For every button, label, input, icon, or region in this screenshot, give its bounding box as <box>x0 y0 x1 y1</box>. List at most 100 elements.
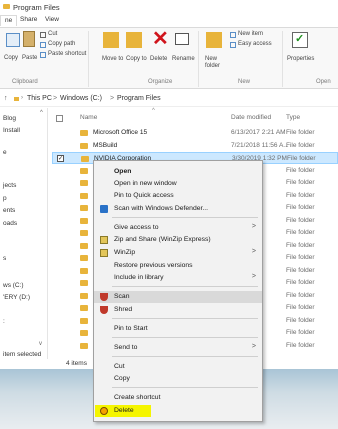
folder-icon <box>80 180 88 186</box>
cut-button[interactable]: Cut <box>48 31 57 37</box>
menu-item-pin-quick-access[interactable]: Pin to Quick access <box>94 190 262 202</box>
menu-item-label: Send to <box>114 344 138 351</box>
tab-view[interactable]: View <box>45 16 59 23</box>
paste-icon[interactable] <box>23 31 35 47</box>
nav-item[interactable]: : <box>3 318 5 325</box>
select-all-checkbox[interactable] <box>56 115 63 122</box>
menu-item-include-library[interactable]: Include in library > <box>94 272 262 284</box>
up-arrow-icon[interactable]: ↑ <box>4 95 8 102</box>
window-title: Program Files <box>13 3 60 12</box>
file-date: 7/21/2018 11:56 A... <box>231 141 289 149</box>
menu-item-pin-start[interactable]: Pin to Start <box>94 323 262 335</box>
menu-item-send-to[interactable]: Send to > <box>94 342 262 354</box>
recycle-shield-icon <box>100 407 108 415</box>
ribbon-delete-button[interactable]: Delete <box>150 56 167 62</box>
column-header-date[interactable]: Date modified <box>231 114 271 121</box>
file-type: File folder <box>286 129 315 136</box>
menu-item-shred[interactable]: Shred <box>94 304 262 316</box>
checkmark-icon: ✓ <box>295 33 305 45</box>
tab-share[interactable]: Share <box>20 16 37 23</box>
ribbon-divider <box>282 31 283 87</box>
copy-to-icon[interactable] <box>126 32 142 48</box>
move-to-button[interactable]: Move to <box>102 56 123 62</box>
folder-icon <box>80 267 88 274</box>
file-type: File folder <box>286 229 315 236</box>
breadcrumb-program-files[interactable]: Program Files <box>117 95 161 102</box>
menu-item-restore-versions[interactable]: Restore previous versions <box>94 260 262 272</box>
delete-x-icon[interactable]: ✕ <box>152 29 169 49</box>
menu-item-scan[interactable]: Scan <box>94 291 262 303</box>
folder-icon <box>80 255 88 261</box>
nav-item[interactable]: ws (C:) <box>3 282 24 289</box>
table-row[interactable]: Microsoft Office 15 6/13/2017 2:21 AM File… <box>52 127 338 139</box>
column-header-type[interactable]: Type <box>286 114 300 121</box>
menu-item-copy[interactable]: Copy <box>94 373 262 385</box>
menu-item-zip-share[interactable]: Zip and Share (WinZip Express) <box>94 234 262 246</box>
menu-item-cut[interactable]: Cut <box>94 361 262 373</box>
breadcrumb-this-pc[interactable]: This PC <box>27 95 52 102</box>
menu-item-scan-defender[interactable]: Scan with Windows Defender... <box>94 203 262 215</box>
scroll-down-icon[interactable]: v <box>39 341 42 347</box>
column-header-name[interactable]: Name <box>80 114 97 121</box>
folder-icon <box>80 217 88 224</box>
menu-item-create-shortcut[interactable]: Create shortcut <box>94 392 262 404</box>
menu-item-label: Shred <box>114 306 133 313</box>
menu-item-label: Restore previous versions <box>114 262 193 269</box>
paste-button[interactable]: Paste <box>22 55 37 61</box>
menu-item-label: Pin to Start <box>114 325 148 332</box>
table-row[interactable]: MSBuild 7/21/2018 11:56 A... File folder <box>52 140 338 152</box>
menu-item-open-new-window[interactable]: Open in new window <box>94 178 262 190</box>
shield-icon <box>100 306 108 314</box>
menu-item-winzip[interactable]: WinZip > <box>94 247 262 259</box>
new-item-button[interactable]: New item <box>238 31 263 37</box>
nav-item[interactable]: Install <box>3 127 20 134</box>
nav-item[interactable]: oads <box>3 220 17 227</box>
submenu-arrow-icon: > <box>251 223 256 230</box>
copy-icon[interactable] <box>6 33 20 47</box>
file-type: File folder <box>286 141 315 149</box>
ribbon-divider <box>88 31 89 87</box>
nav-item[interactable]: e <box>3 149 7 156</box>
paste-shortcut-button[interactable]: Paste shortcut <box>48 51 86 57</box>
rename-button[interactable]: Rename <box>172 56 195 62</box>
menu-separator <box>112 387 258 388</box>
file-type: File folder <box>286 254 315 261</box>
move-to-icon[interactable] <box>103 32 119 48</box>
breadcrumb-separator: > <box>110 95 115 102</box>
menu-item-give-access[interactable]: Give access to > <box>94 222 262 234</box>
copy-button[interactable]: Copy <box>4 55 18 61</box>
nav-item[interactable]: s <box>3 255 6 262</box>
menu-item-label: Open <box>114 168 132 175</box>
menu-separator <box>112 318 258 319</box>
properties-button[interactable]: Properties <box>287 56 314 62</box>
scroll-up-icon[interactable]: ^ <box>40 110 43 116</box>
address-bar[interactable]: ↑ › This PC > Windows (C:) > Program Fil… <box>0 91 338 107</box>
menu-item-delete[interactable]: Delete <box>94 405 262 417</box>
new-folder-button[interactable]: New folder <box>205 56 225 70</box>
copy-path-button[interactable]: Copy path <box>48 41 75 47</box>
title-bar: Program Files <box>0 0 338 14</box>
menu-item-open[interactable]: Open <box>94 166 262 178</box>
nav-item[interactable]: 'ERY (D:) <box>3 294 30 301</box>
menu-item-label: Delete <box>114 407 134 414</box>
menu-separator <box>112 286 258 287</box>
ribbon-divider <box>198 31 199 87</box>
menu-item-label: Scan with Windows Defender... <box>114 205 209 212</box>
easy-access-button[interactable]: Easy access <box>238 41 272 47</box>
row-checkbox[interactable]: ✓ <box>57 155 64 162</box>
nav-item[interactable]: Blog <box>3 115 16 122</box>
nav-item[interactable]: p <box>3 195 7 202</box>
nav-item[interactable]: ents <box>3 207 15 214</box>
menu-separator <box>112 356 258 357</box>
copy-to-button[interactable]: Copy to <box>126 56 147 62</box>
paste-shortcut-icon <box>40 52 46 58</box>
folder-icon <box>80 142 88 149</box>
tab-home[interactable]: ne <box>0 15 18 26</box>
nav-item[interactable]: jects <box>3 182 16 189</box>
breadcrumb-windows-c[interactable]: Windows (C:) <box>60 95 102 102</box>
file-type: File folder <box>286 304 315 311</box>
folder-icon <box>80 205 88 211</box>
item-count: 4 items <box>66 360 87 367</box>
rename-icon[interactable] <box>175 33 189 45</box>
new-folder-icon[interactable] <box>206 32 222 48</box>
